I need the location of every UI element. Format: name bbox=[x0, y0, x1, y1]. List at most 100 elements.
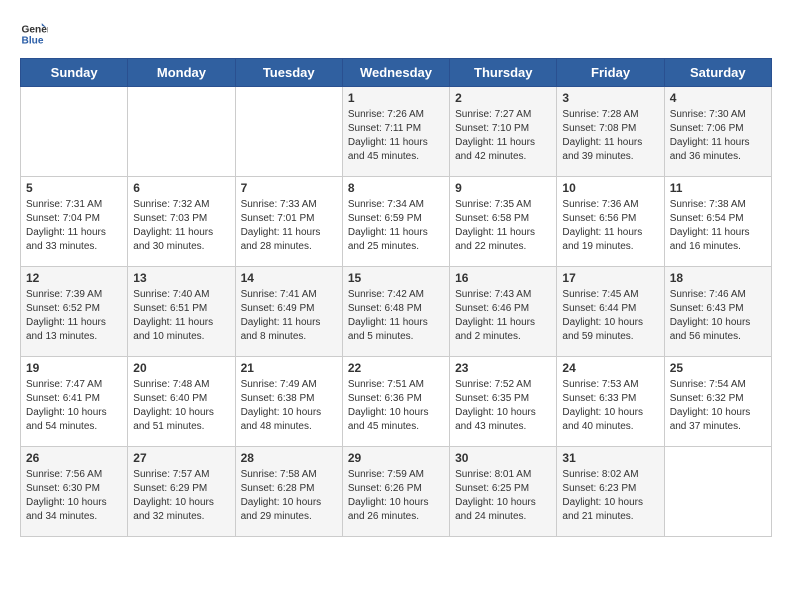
day-info: Sunrise: 7:30 AM Sunset: 7:06 PM Dayligh… bbox=[670, 108, 766, 164]
calendar-cell: 24 Sunrise: 7:53 AM Sunset: 6:33 PM Dayli… bbox=[557, 357, 664, 447]
day-number: 16 bbox=[455, 271, 551, 285]
day-info: Sunrise: 7:28 AM Sunset: 7:08 PM Dayligh… bbox=[562, 108, 658, 164]
weekday-header: Wednesday bbox=[342, 59, 449, 87]
weekday-header: Monday bbox=[128, 59, 235, 87]
day-info: Sunrise: 7:53 AM Sunset: 6:33 PM Dayligh… bbox=[562, 378, 658, 434]
calendar-cell: 23Sunrise: 7:52 AM Sunset: 6:35 PM Dayli… bbox=[450, 357, 557, 447]
day-number: 13 bbox=[133, 271, 229, 285]
calendar-cell: 16 Sunrise: 7:43 AM Sunset: 6:46 PM Dayli… bbox=[450, 267, 557, 357]
weekday-header: Thursday bbox=[450, 59, 557, 87]
day-info: Sunrise: 7:43 AM Sunset: 6:46 PM Dayligh… bbox=[455, 288, 551, 344]
day-info: Sunrise: 7:27 AM Sunset: 7:10 PM Dayligh… bbox=[455, 108, 551, 164]
day-number: 20 bbox=[133, 361, 229, 375]
day-number: 14 bbox=[241, 271, 337, 285]
calendar-cell: 4 Sunrise: 7:30 AM Sunset: 7:06 PM Daylig… bbox=[664, 87, 771, 177]
day-number: 19 bbox=[26, 361, 122, 375]
day-number: 3 bbox=[562, 91, 658, 105]
day-number: 1 bbox=[348, 91, 444, 105]
day-number: 27 bbox=[133, 451, 229, 465]
calendar-cell: 25Sunrise: 7:54 AM Sunset: 6:32 PM Dayli… bbox=[664, 357, 771, 447]
day-number: 10 bbox=[562, 181, 658, 195]
calendar-cell: 17 Sunrise: 7:45 AM Sunset: 6:44 PM Dayli… bbox=[557, 267, 664, 357]
calendar-cell: 28 Sunrise: 7:58 AM Sunset: 6:28 PM Dayli… bbox=[235, 447, 342, 537]
day-info: Sunrise: 7:47 AM Sunset: 6:41 PM Dayligh… bbox=[26, 378, 122, 434]
calendar-cell bbox=[21, 87, 128, 177]
day-info: Sunrise: 7:46 AM Sunset: 6:43 PM Dayligh… bbox=[670, 288, 766, 344]
calendar-cell: 10 Sunrise: 7:36 AM Sunset: 6:56 PM Dayli… bbox=[557, 177, 664, 267]
calendar-cell: 11Sunrise: 7:38 AM Sunset: 6:54 PM Dayli… bbox=[664, 177, 771, 267]
day-number: 18 bbox=[670, 271, 766, 285]
calendar-cell: 3 Sunrise: 7:28 AM Sunset: 7:08 PM Daylig… bbox=[557, 87, 664, 177]
day-number: 2 bbox=[455, 91, 551, 105]
calendar-table: SundayMondayTuesdayWednesdayThursdayFrid… bbox=[20, 58, 772, 537]
day-info: Sunrise: 7:40 AM Sunset: 6:51 PM Dayligh… bbox=[133, 288, 229, 344]
calendar-cell: 26 Sunrise: 7:56 AM Sunset: 6:30 PM Dayli… bbox=[21, 447, 128, 537]
day-info: Sunrise: 7:58 AM Sunset: 6:28 PM Dayligh… bbox=[241, 468, 337, 524]
page-header: General Blue bbox=[20, 20, 772, 48]
calendar-week-row: 1 Sunrise: 7:26 AM Sunset: 7:11 PM Daylig… bbox=[21, 87, 772, 177]
weekday-header: Friday bbox=[557, 59, 664, 87]
calendar-cell: 12Sunrise: 7:39 AM Sunset: 6:52 PM Dayli… bbox=[21, 267, 128, 357]
day-info: Sunrise: 7:56 AM Sunset: 6:30 PM Dayligh… bbox=[26, 468, 122, 524]
day-info: Sunrise: 7:34 AM Sunset: 6:59 PM Dayligh… bbox=[348, 198, 444, 254]
logo-icon: General Blue bbox=[20, 20, 48, 48]
weekday-header-row: SundayMondayTuesdayWednesdayThursdayFrid… bbox=[21, 59, 772, 87]
day-number: 22 bbox=[348, 361, 444, 375]
weekday-header: Sunday bbox=[21, 59, 128, 87]
calendar-cell: 6 Sunrise: 7:32 AM Sunset: 7:03 PM Daylig… bbox=[128, 177, 235, 267]
calendar-cell: 19 Sunrise: 7:47 AM Sunset: 6:41 PM Dayli… bbox=[21, 357, 128, 447]
day-number: 26 bbox=[26, 451, 122, 465]
day-number: 17 bbox=[562, 271, 658, 285]
day-number: 25 bbox=[670, 361, 766, 375]
calendar-cell: 7 Sunrise: 7:33 AM Sunset: 7:01 PM Daylig… bbox=[235, 177, 342, 267]
day-number: 8 bbox=[348, 181, 444, 195]
day-info: Sunrise: 7:48 AM Sunset: 6:40 PM Dayligh… bbox=[133, 378, 229, 434]
calendar-week-row: 26 Sunrise: 7:56 AM Sunset: 6:30 PM Dayli… bbox=[21, 447, 772, 537]
day-number: 11 bbox=[670, 181, 766, 195]
calendar-cell: 30 Sunrise: 8:01 AM Sunset: 6:25 PM Dayli… bbox=[450, 447, 557, 537]
weekday-header: Saturday bbox=[664, 59, 771, 87]
calendar-cell: 1 Sunrise: 7:26 AM Sunset: 7:11 PM Daylig… bbox=[342, 87, 449, 177]
svg-text:Blue: Blue bbox=[22, 35, 44, 46]
calendar-cell bbox=[128, 87, 235, 177]
calendar-cell: 22 Sunrise: 7:51 AM Sunset: 6:36 PM Dayli… bbox=[342, 357, 449, 447]
calendar-cell: 14 Sunrise: 7:41 AM Sunset: 6:49 PM Dayli… bbox=[235, 267, 342, 357]
calendar-cell: 31 Sunrise: 8:02 AM Sunset: 6:23 PM Dayli… bbox=[557, 447, 664, 537]
day-info: Sunrise: 7:41 AM Sunset: 6:49 PM Dayligh… bbox=[241, 288, 337, 344]
calendar-cell: 29Sunrise: 7:59 AM Sunset: 6:26 PM Dayli… bbox=[342, 447, 449, 537]
calendar-cell: 18 Sunrise: 7:46 AM Sunset: 6:43 PM Dayli… bbox=[664, 267, 771, 357]
day-info: Sunrise: 7:32 AM Sunset: 7:03 PM Dayligh… bbox=[133, 198, 229, 254]
calendar-cell: 27Sunrise: 7:57 AM Sunset: 6:29 PM Dayli… bbox=[128, 447, 235, 537]
day-number: 5 bbox=[26, 181, 122, 195]
day-info: Sunrise: 8:01 AM Sunset: 6:25 PM Dayligh… bbox=[455, 468, 551, 524]
day-info: Sunrise: 8:02 AM Sunset: 6:23 PM Dayligh… bbox=[562, 468, 658, 524]
day-info: Sunrise: 7:51 AM Sunset: 6:36 PM Dayligh… bbox=[348, 378, 444, 434]
day-info: Sunrise: 7:39 AM Sunset: 6:52 PM Dayligh… bbox=[26, 288, 122, 344]
calendar-week-row: 19 Sunrise: 7:47 AM Sunset: 6:41 PM Dayli… bbox=[21, 357, 772, 447]
calendar-cell: 20 Sunrise: 7:48 AM Sunset: 6:40 PM Dayli… bbox=[128, 357, 235, 447]
day-info: Sunrise: 7:26 AM Sunset: 7:11 PM Dayligh… bbox=[348, 108, 444, 164]
day-info: Sunrise: 7:49 AM Sunset: 6:38 PM Dayligh… bbox=[241, 378, 337, 434]
day-number: 21 bbox=[241, 361, 337, 375]
day-info: Sunrise: 7:31 AM Sunset: 7:04 PM Dayligh… bbox=[26, 198, 122, 254]
day-info: Sunrise: 7:36 AM Sunset: 6:56 PM Dayligh… bbox=[562, 198, 658, 254]
calendar-cell: 13 Sunrise: 7:40 AM Sunset: 6:51 PM Dayli… bbox=[128, 267, 235, 357]
day-number: 7 bbox=[241, 181, 337, 195]
day-number: 24 bbox=[562, 361, 658, 375]
day-info: Sunrise: 7:45 AM Sunset: 6:44 PM Dayligh… bbox=[562, 288, 658, 344]
weekday-header: Tuesday bbox=[235, 59, 342, 87]
calendar-cell: 9Sunrise: 7:35 AM Sunset: 6:58 PM Daylig… bbox=[450, 177, 557, 267]
calendar-cell: 5 Sunrise: 7:31 AM Sunset: 7:04 PM Daylig… bbox=[21, 177, 128, 267]
day-info: Sunrise: 7:59 AM Sunset: 6:26 PM Dayligh… bbox=[348, 468, 444, 524]
calendar-cell bbox=[664, 447, 771, 537]
day-info: Sunrise: 7:42 AM Sunset: 6:48 PM Dayligh… bbox=[348, 288, 444, 344]
day-info: Sunrise: 7:33 AM Sunset: 7:01 PM Dayligh… bbox=[241, 198, 337, 254]
day-number: 6 bbox=[133, 181, 229, 195]
day-number: 4 bbox=[670, 91, 766, 105]
day-number: 15 bbox=[348, 271, 444, 285]
day-info: Sunrise: 7:52 AM Sunset: 6:35 PM Dayligh… bbox=[455, 378, 551, 434]
day-number: 30 bbox=[455, 451, 551, 465]
day-number: 9 bbox=[455, 181, 551, 195]
day-number: 31 bbox=[562, 451, 658, 465]
day-number: 28 bbox=[241, 451, 337, 465]
